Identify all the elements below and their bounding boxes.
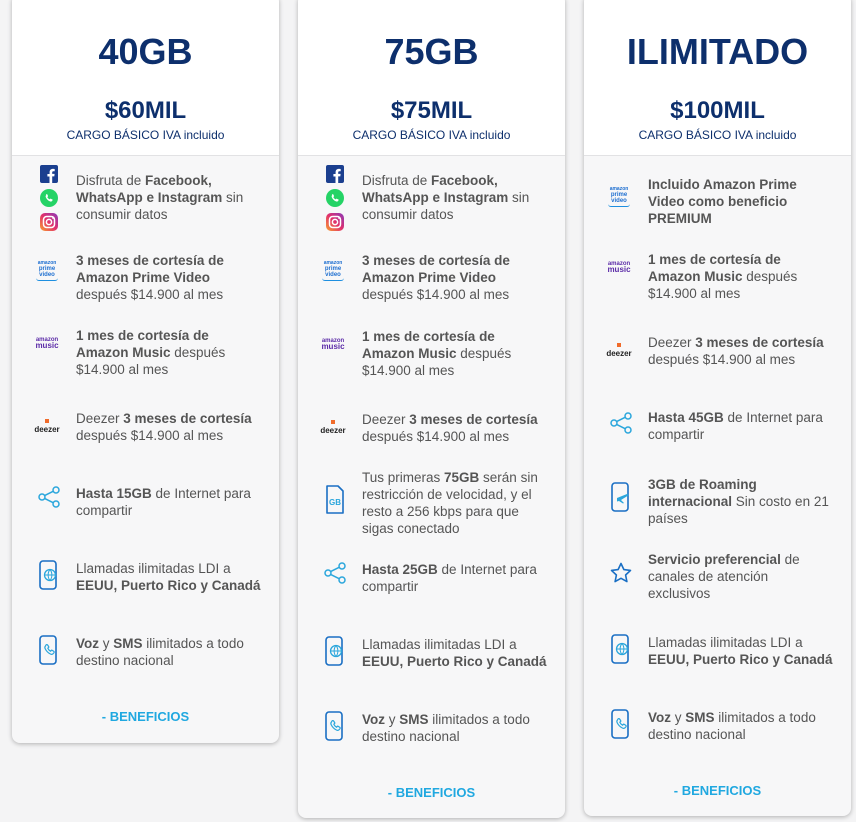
feature-text: 3GB de Roaming internacional Sin costo e… <box>648 477 829 526</box>
feature-text: 1 mes de cortesía de Amazon Music despué… <box>648 252 798 301</box>
plan-price-note: CARGO BÁSICO IVA incluido <box>66 128 225 142</box>
prime-video-icon: amazon prime video <box>606 186 632 207</box>
plan-card-75gb: 75GB $75MIL CARGO BÁSICO IVA incluido Di… <box>298 0 565 818</box>
feature-text: 3 meses de cortesía de Amazon Prime Vide… <box>76 253 224 302</box>
social-icons <box>36 165 62 231</box>
feature-text: Hasta 25GB de Internet para compartir <box>362 562 537 594</box>
deezer-icon: deezer <box>320 417 346 435</box>
feature-text: Deezer 3 meses de cortesía después $14.9… <box>362 412 538 444</box>
feature-text: Incluido Amazon Prime Video como benefic… <box>648 177 797 226</box>
deezer-icon: deezer <box>34 416 60 434</box>
plan-card-ilimitado: ILIMITADO $100MIL CARGO BÁSICO IVA inclu… <box>584 0 851 816</box>
amazon-music-icon: amazon music <box>321 338 345 351</box>
feature-text: Disfruta de Facebook, WhatsApp e Instagr… <box>362 173 530 222</box>
phone-plane-icon <box>608 482 634 512</box>
feature-text: Llamadas ilimitadas LDI a EEUU, Puerto R… <box>76 561 261 593</box>
plan-price-note: CARGO BÁSICO IVA incluido <box>352 128 511 142</box>
amazon-music-icon: amazon music <box>35 337 59 350</box>
feature-text: Hasta 45GB de Internet para compartir <box>648 410 823 442</box>
feature-text: Voz y SMS ilimitados a todo destino naci… <box>362 712 530 744</box>
feature-text: Deezer 3 meses de cortesía después $14.9… <box>648 335 824 367</box>
instagram-icon <box>40 213 58 231</box>
feature-text: Llamadas ilimitadas LDI a EEUU, Puerto R… <box>362 637 547 669</box>
facebook-icon <box>40 165 58 183</box>
phone-globe-icon <box>608 634 634 664</box>
instagram-icon <box>326 213 344 231</box>
phone-call-icon <box>322 711 348 741</box>
amazon-music-icon: amazon music <box>607 261 631 274</box>
plan-header: 75GB $75MIL CARGO BÁSICO IVA incluido <box>298 0 565 156</box>
plan-price: $75MIL <box>390 97 473 124</box>
feature-text: Hasta 15GB de Internet para compartir <box>76 486 251 518</box>
share-icon <box>36 485 62 509</box>
plan-title: ILIMITADO <box>626 31 809 72</box>
svg-text:GB: GB <box>329 498 341 507</box>
plan-header: 40GB $60MIL CARGO BÁSICO IVA incluido <box>12 0 279 156</box>
benefits-toggle[interactable]: - BENEFICIOS <box>584 783 851 798</box>
plan-price-note: CARGO BÁSICO IVA incluido <box>638 128 797 142</box>
whatsapp-icon <box>326 189 344 207</box>
whatsapp-icon <box>40 189 58 207</box>
feature-text: Disfruta de Facebook, WhatsApp e Instagr… <box>76 173 244 222</box>
plan-title: 75GB <box>384 31 479 72</box>
social-icons <box>322 165 348 231</box>
benefits-toggle[interactable]: - BENEFICIOS <box>12 709 279 724</box>
feature-text: Voz y SMS ilimitados a todo destino naci… <box>76 636 244 668</box>
feature-text: Voz y SMS ilimitados a todo destino naci… <box>648 710 816 742</box>
facebook-icon <box>326 165 344 183</box>
phone-globe-icon <box>322 636 348 666</box>
plan-card-40gb: 40GB $60MIL CARGO BÁSICO IVA incluido Di… <box>12 0 279 743</box>
phone-globe-icon <box>36 560 62 590</box>
feature-text: 1 mes de cortesía de Amazon Music despué… <box>76 328 226 377</box>
benefits-toggle[interactable]: - BENEFICIOS <box>298 785 565 800</box>
phone-call-icon <box>36 635 62 665</box>
plan-price: $100MIL <box>670 97 765 124</box>
deezer-icon: deezer <box>606 340 632 358</box>
phone-call-icon <box>608 709 634 739</box>
plan-header: ILIMITADO $100MIL CARGO BÁSICO IVA inclu… <box>584 0 851 156</box>
share-icon <box>608 411 634 435</box>
feature-text: 3 meses de cortesía de Amazon Prime Vide… <box>362 253 510 302</box>
plan-price: $60MIL <box>104 97 187 124</box>
feature-text: Servicio preferencial de canales de aten… <box>648 552 800 601</box>
star-icon <box>608 561 634 585</box>
prime-video-icon: amazon prime video <box>320 260 346 281</box>
feature-text: 1 mes de cortesía de Amazon Music despué… <box>362 329 512 378</box>
plan-title: 40GB <box>98 31 193 72</box>
feature-text: Llamadas ilimitadas LDI a EEUU, Puerto R… <box>648 635 833 667</box>
share-icon <box>322 561 348 585</box>
prime-video-icon: amazon prime video <box>34 260 60 281</box>
feature-text: Tus primeras 75GB serán sin restricción … <box>362 470 538 536</box>
feature-text: Deezer 3 meses de cortesía después $14.9… <box>76 411 252 443</box>
gb-sim-icon: GB <box>322 485 348 515</box>
